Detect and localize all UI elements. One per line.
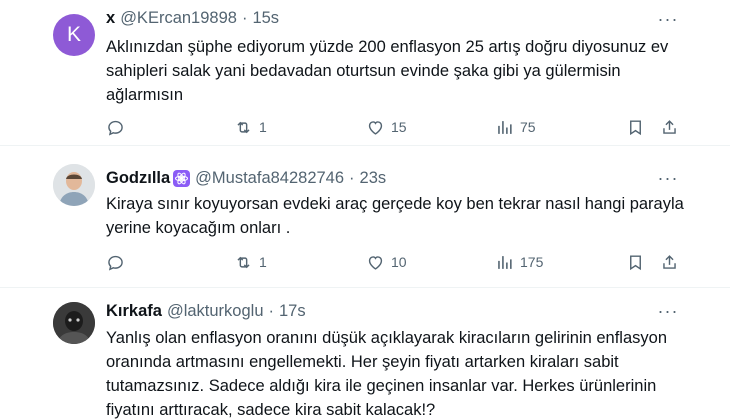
avatar-photo (53, 302, 95, 344)
more-options-button[interactable]: ··· (656, 9, 680, 29)
user-handle[interactable]: @Mustafa84282746 (195, 169, 344, 188)
tweet-actions: 1 10 175 (106, 250, 684, 274)
share-button[interactable] (660, 250, 679, 274)
heart-icon (368, 120, 383, 135)
avatar[interactable] (53, 302, 95, 344)
like-count: 15 (391, 119, 407, 135)
views-icon (498, 120, 512, 134)
display-name[interactable]: Godzılla (106, 169, 170, 188)
view-count: 75 (520, 119, 536, 135)
share-button[interactable] (660, 115, 679, 139)
display-name[interactable]: Kırkafa (106, 302, 162, 321)
retweet-button[interactable]: 1 (234, 115, 267, 139)
tweet-actions: 1 15 75 (106, 115, 684, 139)
retweet-button[interactable]: 1 (234, 250, 267, 274)
share-icon (663, 119, 676, 134)
separator-dot: · (241, 8, 248, 27)
reply-icon (108, 255, 123, 270)
timestamp[interactable]: 17s (279, 302, 306, 321)
timestamp[interactable]: 15s (252, 9, 279, 28)
avatar-photo (53, 164, 95, 206)
tweet-text: Kiraya sınır koyuyorsan evdeki araç gerç… (106, 195, 684, 237)
views-icon (498, 255, 512, 269)
bookmark-button[interactable] (626, 115, 645, 139)
bookmark-button[interactable] (626, 250, 645, 274)
share-icon (663, 254, 676, 269)
user-handle[interactable]: @lakturkoglu (167, 302, 264, 321)
reply-button[interactable] (106, 250, 125, 274)
bookmark-icon (630, 119, 641, 135)
views-button[interactable]: 175 (495, 250, 543, 274)
separator-dot: · (349, 168, 355, 187)
tweet-header: x @KErcan19898 · 15s (106, 7, 279, 29)
tweet[interactable]: Kırkafa @lakturkoglu · 17s ··· Yanlış ol… (0, 289, 730, 420)
tweet[interactable]: K x @KErcan19898 · 15s ··· Aklınızdan şü… (0, 0, 730, 146)
tweet-header: Kırkafa @lakturkoglu · 17s (106, 300, 306, 322)
reply-icon (108, 120, 123, 135)
like-count: 10 (391, 254, 407, 270)
reply-button[interactable] (106, 115, 125, 139)
tweet-text: Yanlış olan enflasyon oranını düşük açık… (106, 329, 667, 419)
like-button[interactable]: 10 (366, 250, 407, 274)
views-button[interactable]: 75 (495, 115, 536, 139)
avatar[interactable] (53, 164, 95, 206)
heart-icon (368, 255, 383, 270)
tweet-header: Godzılla @Mustafa84282746 · 23s (106, 167, 386, 189)
retweet-icon (237, 121, 250, 133)
retweet-icon (237, 256, 250, 268)
tweet-text: Aklınızdan şüphe ediyorum yüzde 200 enfl… (106, 38, 669, 104)
more-options-button[interactable]: ··· (656, 168, 680, 188)
retweet-count: 1 (259, 119, 267, 135)
avatar-letter: K (66, 23, 81, 46)
display-name[interactable]: x (106, 9, 115, 28)
bookmark-icon (630, 254, 641, 270)
retweet-count: 1 (259, 254, 267, 270)
like-button[interactable]: 15 (366, 115, 407, 139)
atom-icon (173, 169, 191, 187)
timestamp[interactable]: 23s (360, 169, 387, 188)
separator-dot: · (268, 301, 275, 320)
more-options-button[interactable]: ··· (656, 301, 680, 321)
tweet[interactable]: Godzılla @Mustafa84282746 · 23s ··· Kira… (0, 147, 730, 288)
avatar[interactable]: K (53, 14, 95, 56)
user-handle[interactable]: @KErcan19898 (120, 9, 237, 28)
view-count: 175 (520, 254, 544, 270)
